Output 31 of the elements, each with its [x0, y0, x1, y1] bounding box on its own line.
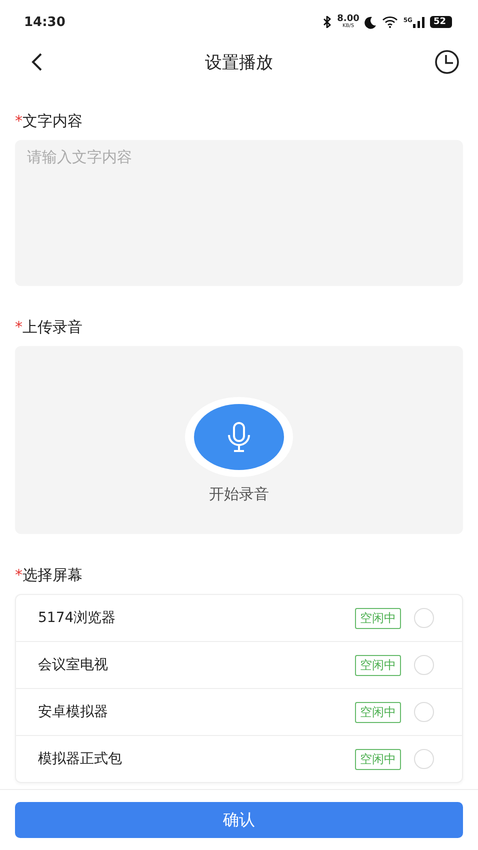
- screen-name: 安卓模拟器: [38, 703, 109, 721]
- status-tag: 空闲中: [355, 608, 401, 628]
- required-mark: *: [15, 318, 22, 337]
- status-tag: 空闲中: [355, 702, 401, 722]
- confirm-button[interactable]: 确认: [15, 802, 463, 838]
- section-label: 文字内容: [22, 112, 82, 131]
- section-label: 选择屏幕: [22, 566, 82, 585]
- record-label: 开始录音: [209, 484, 269, 504]
- radio-button[interactable]: [414, 608, 434, 628]
- radio-button[interactable]: [414, 655, 434, 675]
- required-mark: *: [15, 112, 22, 131]
- radio-button[interactable]: [414, 702, 434, 722]
- wifi-icon: [382, 16, 398, 28]
- radio-button[interactable]: [414, 749, 434, 769]
- bluetooth-icon: [323, 16, 332, 28]
- text-input-field[interactable]: 请输入文字内容: [15, 140, 463, 286]
- status-time: 14:30: [24, 14, 66, 30]
- moon-icon: [364, 16, 378, 28]
- screen-name: 5174浏览器: [38, 609, 117, 627]
- microphone-icon: [226, 420, 252, 452]
- status-tag: 空闲中: [355, 654, 401, 676]
- section-label: 上传录音: [22, 318, 82, 337]
- required-mark: *: [15, 566, 22, 585]
- battery-indicator: 52: [430, 16, 452, 28]
- screen-name: 模拟器正式包: [38, 750, 123, 768]
- status-tag: 空闲中: [355, 748, 401, 770]
- signal-icon: [413, 16, 426, 28]
- back-icon[interactable]: [30, 52, 44, 72]
- clock-icon[interactable]: [434, 49, 460, 75]
- screen-name: 会议室电视: [38, 656, 109, 674]
- page-title: 设置播放: [205, 52, 273, 74]
